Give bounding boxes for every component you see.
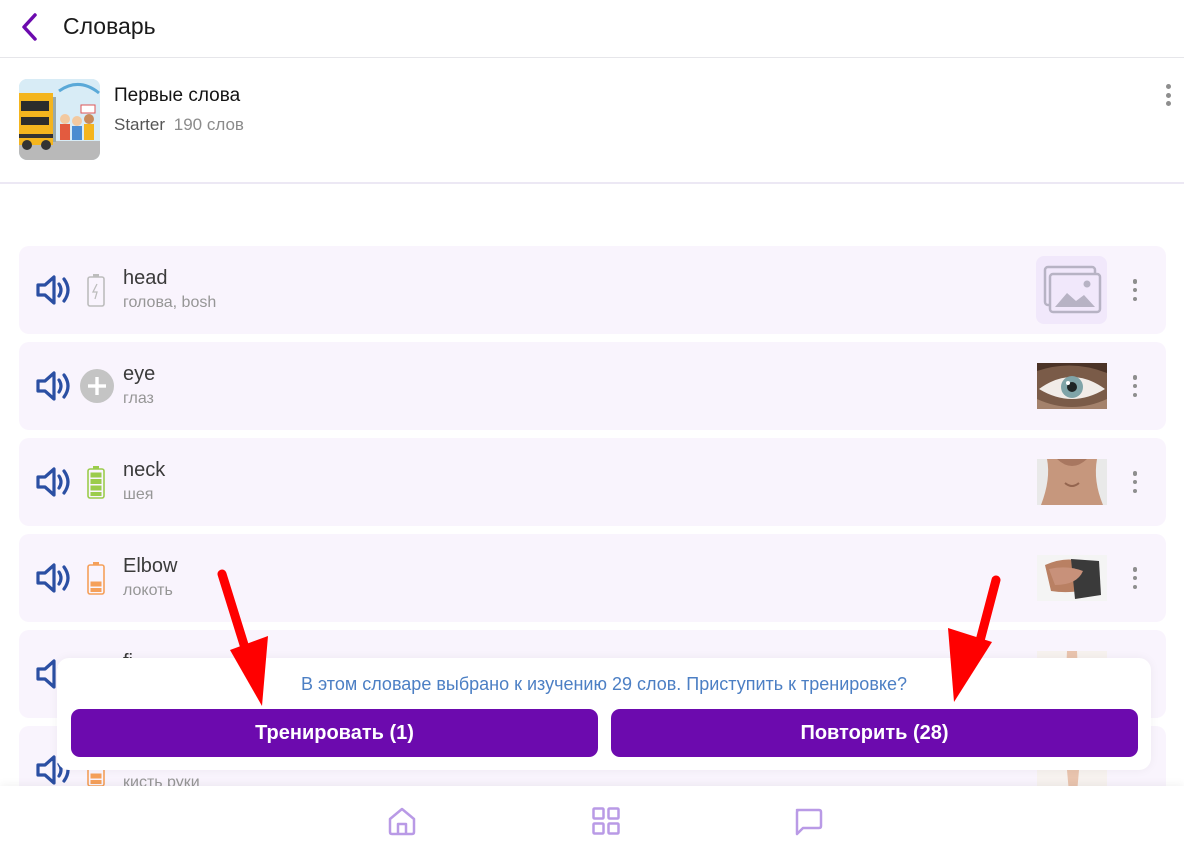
word-menu-button[interactable] [1131, 471, 1139, 493]
training-prompt-card: В этом словаре выбрано к изучению 29 сло… [57, 658, 1151, 770]
dictionary-name: Первые слова [114, 85, 241, 106]
word-row-elbow[interactable]: Elbow локоть [19, 534, 1166, 622]
more-vertical-icon [1165, 84, 1171, 89]
chevron-left-icon [22, 13, 37, 41]
word-text: head [123, 267, 168, 289]
image-placeholder-icon[interactable] [1036, 256, 1107, 324]
training-prompt-text: В этом словаре выбрано к изучению 29 сло… [301, 674, 907, 694]
bottom-navigation [0, 786, 1184, 847]
word-menu-button[interactable] [1131, 279, 1139, 301]
dictionary-menu-button[interactable] [1160, 82, 1176, 108]
word-row-head[interactable]: head голова, bosh [19, 246, 1166, 334]
elbow-photo[interactable] [1037, 555, 1107, 601]
train-button[interactable]: Тренировать (1) [71, 709, 598, 757]
eye-photo[interactable] [1037, 363, 1107, 409]
word-text: neck [123, 459, 166, 481]
word-menu-button[interactable] [1131, 567, 1139, 589]
neck-photo[interactable] [1037, 459, 1107, 505]
plus-circle-icon[interactable] [79, 368, 115, 404]
speaker-icon[interactable] [36, 274, 74, 306]
vocabulary-screen: Словарь Первые слова Starter 190 слов he… [0, 0, 1184, 847]
dictionary-cover-image [19, 79, 100, 160]
word-menu-button[interactable] [1131, 375, 1139, 397]
word-translation: шея [123, 486, 154, 503]
word-translation: голова, bosh [123, 294, 217, 311]
dictionary-level: Starter [114, 115, 166, 134]
word-translation: локоть [123, 582, 173, 599]
speaker-icon[interactable] [36, 562, 74, 594]
repeat-button[interactable]: Повторить (28) [611, 709, 1138, 757]
grid-icon[interactable] [591, 806, 621, 836]
battery-orange-icon [87, 562, 105, 595]
word-row-eye[interactable]: eye глаз [19, 342, 1166, 430]
battery-empty-icon [87, 274, 105, 307]
word-translation: глаз [123, 390, 154, 407]
dictionary-subtitle: Starter 190 слов [114, 115, 244, 135]
speaker-icon[interactable] [36, 370, 74, 402]
page-title: Словарь [63, 13, 156, 39]
battery-green-icon [87, 466, 105, 499]
speaker-icon[interactable] [36, 466, 74, 498]
dictionary-card[interactable]: Первые слова Starter 190 слов [0, 58, 1184, 184]
word-row-neck[interactable]: neck шея [19, 438, 1166, 526]
dictionary-word-count: 190 слов [173, 115, 244, 134]
back-button[interactable] [14, 10, 44, 44]
home-icon[interactable] [387, 806, 417, 836]
word-text: Elbow [123, 555, 178, 577]
chat-icon[interactable] [793, 806, 823, 836]
word-text: eye [123, 363, 156, 385]
app-header: Словарь [0, 0, 1184, 58]
